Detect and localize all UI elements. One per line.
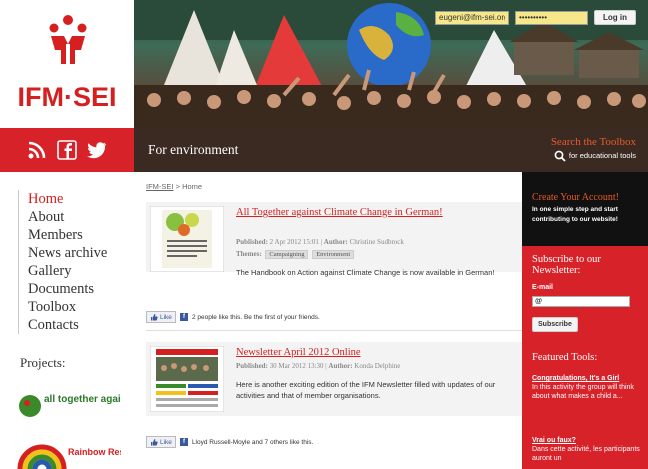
featured-tools-title: Featured Tools: — [532, 352, 598, 363]
toolbox-search[interactable]: Search the Toolbox for educational tools — [518, 136, 636, 162]
create-account-box[interactable]: Create Your Account! In one simple step … — [522, 172, 648, 246]
toolbox-subtitle: for educational tools — [518, 150, 636, 162]
article-meta: Published: 2 Apr 2012 15:01 | Author: Ch… — [236, 238, 404, 246]
article-meta: Published: 30 Mar 2012 13:30 | Author: K… — [236, 362, 401, 370]
published-date: 30 Mar 2012 13:30 — [269, 362, 324, 370]
like-bar: Like f 2 people like this. Be the first … — [146, 311, 320, 323]
rss-icon[interactable] — [27, 140, 47, 160]
article-text: Here is another exciting edition of the … — [236, 380, 496, 400]
breadcrumb-separator: > — [173, 182, 183, 191]
facebook-small-icon: f — [179, 438, 188, 446]
page: IFM·SEI Home About Members News archive … — [0, 0, 648, 469]
featured-tool-title[interactable]: Vrai ou faux? — [532, 436, 642, 445]
project-all-together-title: all together against climate change — [44, 394, 121, 405]
nav-item-contacts[interactable]: Contacts — [28, 316, 130, 334]
newsletter-title: Subscribe to our Newsletter: — [532, 254, 601, 276]
newsletter-email-input[interactable] — [532, 296, 630, 307]
login-bar: Log in — [435, 10, 636, 25]
like-label: Like — [160, 438, 172, 446]
like-button[interactable]: Like — [146, 311, 176, 323]
search-icon — [554, 150, 566, 162]
article-item: All Together against Climate Change in G… — [146, 202, 522, 272]
breadcrumb: IFM-SEI > Home — [146, 182, 202, 191]
article-themes: Themes: Campaigning Environment — [236, 250, 355, 259]
login-button[interactable]: Log in — [594, 10, 636, 25]
published-label: Published: — [236, 238, 268, 246]
thumbs-up-icon — [151, 439, 158, 446]
create-account-title[interactable]: Create Your Account! — [532, 192, 619, 203]
published-date: 2 Apr 2012 15:01 — [269, 238, 319, 246]
themes-label: Themes: — [236, 250, 262, 258]
banner-caption: For environment — [148, 142, 239, 157]
main-content: IFM-SEI > Home All Together against Clim… — [134, 172, 522, 469]
nav-item-gallery[interactable]: Gallery — [28, 262, 130, 280]
nav-item-about[interactable]: About — [28, 208, 130, 226]
right-sidebar: Create Your Account! In one simple step … — [522, 172, 648, 469]
facebook-small-icon: f — [179, 313, 188, 321]
project-rainbow-title: Rainbow Resources — [68, 447, 121, 457]
author-name: Christine Sudbrock — [349, 238, 404, 246]
featured-tool-text: Dans cette activité, les participants au… — [532, 446, 640, 462]
breadcrumb-root[interactable]: IFM-SEI — [146, 182, 174, 191]
twitter-icon[interactable] — [87, 140, 107, 160]
featured-tools: Featured Tools: Congratulations, It's a … — [522, 344, 648, 469]
like-button[interactable]: Like — [146, 436, 176, 448]
left-column: IFM·SEI Home About Members News archive … — [0, 0, 134, 469]
facebook-icon[interactable] — [57, 140, 77, 160]
nav-item-toolbox[interactable]: Toolbox — [28, 298, 130, 316]
author-label: Author: — [328, 362, 353, 370]
like-count-text: 2 people like this. Be the first of your… — [191, 313, 320, 321]
newsletter-box: Subscribe to our Newsletter: E-mail Subs… — [522, 246, 648, 344]
toolbox-subtitle-text: for educational tools — [568, 150, 636, 160]
article-text: The Handbook on Action against Climate C… — [236, 268, 495, 277]
login-email-input[interactable] — [435, 10, 509, 25]
nav-item-home[interactable]: Home — [28, 190, 130, 208]
login-password-input[interactable] — [515, 10, 588, 25]
article-thumbnail[interactable] — [150, 346, 224, 412]
author-label: Author: — [323, 238, 348, 246]
breadcrumb-current: Home — [182, 182, 203, 191]
like-count-text: Lloyd Russell-Moyle and 7 others like th… — [191, 438, 314, 446]
featured-tool-text: In this activity the group will think ab… — [532, 384, 634, 400]
main-nav: Home About Members News archive Gallery … — [18, 190, 130, 334]
nav-item-documents[interactable]: Documents — [28, 280, 130, 298]
header-banner-photo: Log in — [134, 0, 648, 128]
divider — [146, 330, 522, 331]
article-item: Newsletter April 2012 Online Published: … — [146, 342, 522, 416]
project-rainbow-logo[interactable]: Rainbow Resources — [16, 435, 121, 469]
nav-item-news-archive[interactable]: News archive — [28, 244, 130, 262]
create-account-text: In one simple step and start contributin… — [532, 206, 618, 223]
featured-tool-title[interactable]: Congratulations, It's a Girl — [532, 374, 642, 383]
logo-text: IFM·SEI — [17, 82, 117, 112]
theme-tag[interactable]: Environment — [312, 250, 355, 259]
logo-figures-icon — [49, 15, 87, 64]
projects-label: Projects: — [20, 355, 66, 370]
article-title[interactable]: Newsletter April 2012 Online — [236, 346, 516, 359]
featured-tool-item: Congratulations, It's a Girl In this act… — [532, 374, 642, 401]
article-title[interactable]: All Together against Climate Change in G… — [236, 206, 516, 219]
like-bar: Like f Lloyd Russell-Moyle and 7 others … — [146, 436, 313, 448]
email-label: E-mail — [532, 284, 554, 291]
thumbs-up-icon — [151, 314, 158, 321]
like-label: Like — [160, 313, 172, 321]
subscribe-button[interactable]: Subscribe — [532, 317, 578, 332]
article-thumbnail[interactable] — [150, 206, 224, 272]
featured-tool-item: Vrai ou faux? Dans cette activité, les p… — [532, 436, 642, 463]
caption-bar: For environment Search the Toolbox for e… — [134, 128, 648, 172]
published-label: Published: — [236, 362, 268, 370]
author-name: Konda Delphine — [354, 362, 401, 370]
project-all-together-logo[interactable]: all together against climate change — [16, 386, 121, 426]
logo[interactable]: IFM·SEI — [0, 0, 134, 128]
nav-item-members[interactable]: Members — [28, 226, 130, 244]
toolbox-title: Search the Toolbox — [550, 136, 636, 148]
theme-tag[interactable]: Campaigning — [265, 250, 309, 259]
social-bar — [0, 128, 134, 172]
